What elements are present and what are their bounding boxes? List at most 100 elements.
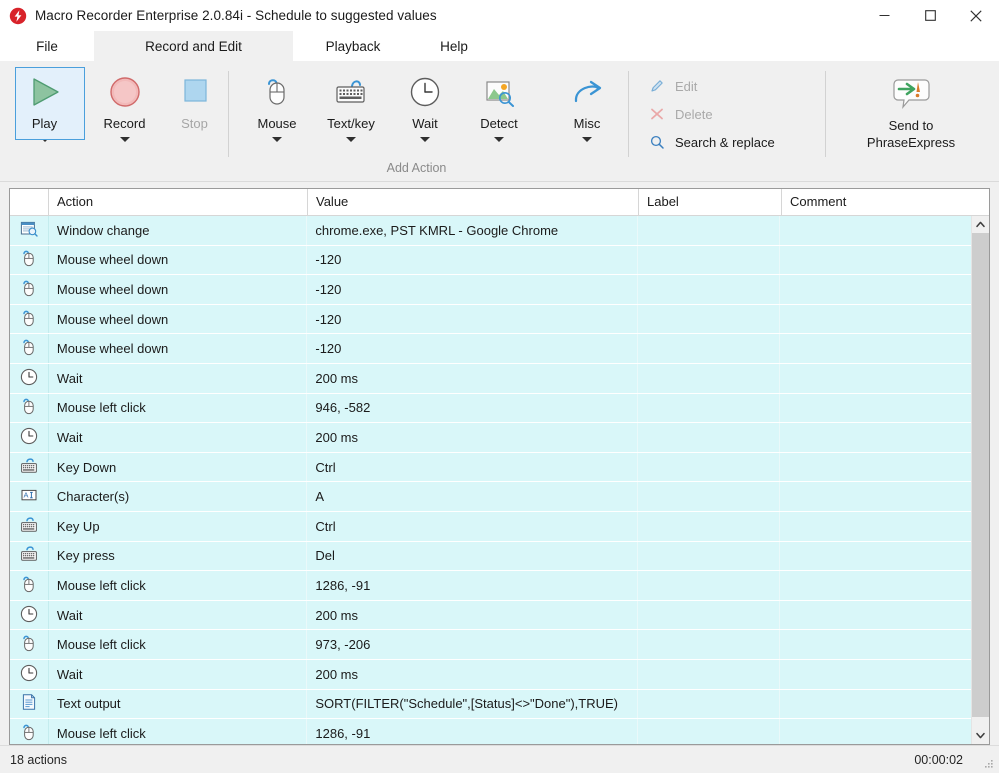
- table-row[interactable]: Wait 200 ms: [10, 423, 971, 453]
- clock-icon: [391, 70, 459, 114]
- mouse-caret-icon[interactable]: [272, 137, 282, 142]
- keyboard-icon: [19, 515, 39, 538]
- stop-button[interactable]: Stop: [161, 70, 228, 131]
- row-action-cell: Key Up: [49, 511, 308, 541]
- row-label-cell: [638, 304, 781, 334]
- row-comment-cell: [780, 630, 971, 659]
- row-action-cell: Wait: [49, 423, 308, 452]
- table-row[interactable]: Mouse left click 1286, -91: [10, 571, 971, 601]
- table-row[interactable]: Wait 200 ms: [10, 600, 971, 631]
- maximize-button[interactable]: [907, 0, 953, 31]
- table-row[interactable]: Key Up Ctrl: [10, 511, 971, 542]
- minimize-button[interactable]: [861, 0, 907, 31]
- row-type-icon-cell: [10, 363, 49, 393]
- table-row[interactable]: Key Down Ctrl: [10, 452, 971, 483]
- wait-action-button[interactable]: Wait: [391, 70, 459, 142]
- row-type-icon-cell: [10, 659, 49, 689]
- row-action-cell: Mouse left click: [49, 719, 308, 744]
- clock-icon: [19, 367, 39, 390]
- column-header-value[interactable]: Value: [308, 189, 639, 215]
- table-row[interactable]: Mouse wheel down -120: [10, 304, 971, 335]
- scrollbar-thumb[interactable]: [972, 233, 989, 718]
- textkey-action-button[interactable]: Text/key: [317, 70, 385, 142]
- table-row[interactable]: Window change chrome.exe, PST KMRL - Goog…: [10, 216, 971, 246]
- record-caret-icon[interactable]: [119, 137, 130, 142]
- close-button[interactable]: [953, 0, 999, 31]
- edit-command-list: Edit Delete Search & replace: [647, 75, 775, 153]
- tab-file[interactable]: File: [0, 31, 94, 61]
- table-row[interactable]: Mouse left click 946, -582: [10, 393, 971, 424]
- row-label-cell: [638, 275, 781, 304]
- row-action-cell: Wait: [49, 659, 308, 689]
- table-row[interactable]: Mouse wheel down -120: [10, 275, 971, 305]
- text-output-icon: [19, 692, 39, 715]
- stop-label: Stop: [181, 116, 208, 131]
- grid-rows: Window change chrome.exe, PST KMRL - Goog…: [10, 216, 971, 744]
- arrow-curve-icon: [553, 70, 621, 114]
- table-row[interactable]: Mouse left click 1286, -91: [10, 719, 971, 744]
- misc-action-button[interactable]: Misc: [553, 70, 621, 142]
- tab-record-and-edit[interactable]: Record and Edit: [94, 31, 293, 61]
- row-value-cell: 946, -582: [307, 393, 638, 423]
- row-value-cell: 1286, -91: [307, 571, 638, 600]
- tab-help[interactable]: Help: [413, 31, 495, 61]
- row-type-icon-cell: [10, 719, 49, 744]
- clock-icon: [19, 426, 39, 449]
- column-header-comment[interactable]: Comment: [782, 189, 973, 215]
- search-replace-command[interactable]: Search & replace: [647, 131, 775, 153]
- wait-caret-icon[interactable]: [420, 137, 430, 142]
- row-value-cell: A: [307, 482, 638, 511]
- grid-vertical-scrollbar[interactable]: [971, 216, 989, 744]
- row-type-icon-cell: [10, 452, 49, 482]
- table-row[interactable]: Wait 200 ms: [10, 363, 971, 394]
- row-type-icon-cell: [10, 304, 49, 334]
- row-label-cell: [638, 245, 781, 275]
- row-comment-cell: [780, 364, 971, 393]
- phraseexpress-icon: [826, 72, 996, 116]
- table-row[interactable]: Key press Del: [10, 541, 971, 572]
- table-row[interactable]: Mouse wheel down -120: [10, 334, 971, 364]
- record-button[interactable]: Record: [91, 70, 158, 142]
- row-comment-cell: [780, 512, 971, 541]
- tab-playback[interactable]: Playback: [293, 31, 413, 61]
- row-comment-cell: [780, 482, 971, 511]
- misc-caret-icon[interactable]: [582, 137, 592, 142]
- mouse-action-button[interactable]: Mouse: [243, 70, 311, 142]
- row-value-cell: -120: [307, 245, 638, 275]
- scrollbar-track[interactable]: [972, 233, 989, 727]
- table-row[interactable]: Text output SORT(FILTER("Schedule",[Statu…: [10, 689, 971, 720]
- play-triangle-icon: [11, 70, 78, 114]
- delete-command-label: Delete: [675, 106, 713, 122]
- row-label-cell: [638, 452, 781, 482]
- row-type-icon-cell: [10, 689, 49, 719]
- scroll-up-icon[interactable]: [972, 216, 989, 233]
- column-header-label[interactable]: Label: [639, 189, 782, 215]
- mouse-icon: [19, 722, 39, 744]
- row-label-cell: [638, 511, 781, 541]
- column-header-action[interactable]: Action: [49, 189, 308, 215]
- add-action-group-label: Add Action: [386, 161, 447, 175]
- row-action-cell: Mouse left click: [49, 393, 308, 423]
- table-row[interactable]: Mouse left click 973, -206: [10, 630, 971, 660]
- scroll-down-icon[interactable]: [972, 727, 989, 744]
- detect-caret-icon[interactable]: [494, 137, 504, 142]
- column-header-icon[interactable]: [10, 189, 49, 215]
- row-action-cell: Mouse wheel down: [49, 275, 308, 304]
- ribbon-group-transport: Play Record Stop: [0, 61, 228, 181]
- table-row[interactable]: Mouse wheel down -120: [10, 245, 971, 276]
- edit-command[interactable]: Edit: [647, 75, 775, 97]
- row-label-cell: [638, 659, 781, 689]
- delete-command[interactable]: Delete: [647, 103, 775, 125]
- play-button[interactable]: Play: [11, 67, 85, 142]
- row-value-cell: Del: [307, 541, 638, 571]
- row-label-cell: [638, 423, 781, 452]
- table-row[interactable]: A Character(s) A: [10, 482, 971, 512]
- resize-grip-icon[interactable]: [983, 758, 995, 770]
- detect-action-button[interactable]: Detect: [465, 70, 533, 142]
- svg-text:A: A: [23, 491, 28, 500]
- row-value-cell: 200 ms: [307, 423, 638, 452]
- row-type-icon-cell: [10, 275, 49, 304]
- send-to-phraseexpress-button[interactable]: Send to PhraseExpress: [826, 72, 996, 150]
- table-row[interactable]: Wait 200 ms: [10, 659, 971, 690]
- textkey-caret-icon[interactable]: [346, 137, 356, 142]
